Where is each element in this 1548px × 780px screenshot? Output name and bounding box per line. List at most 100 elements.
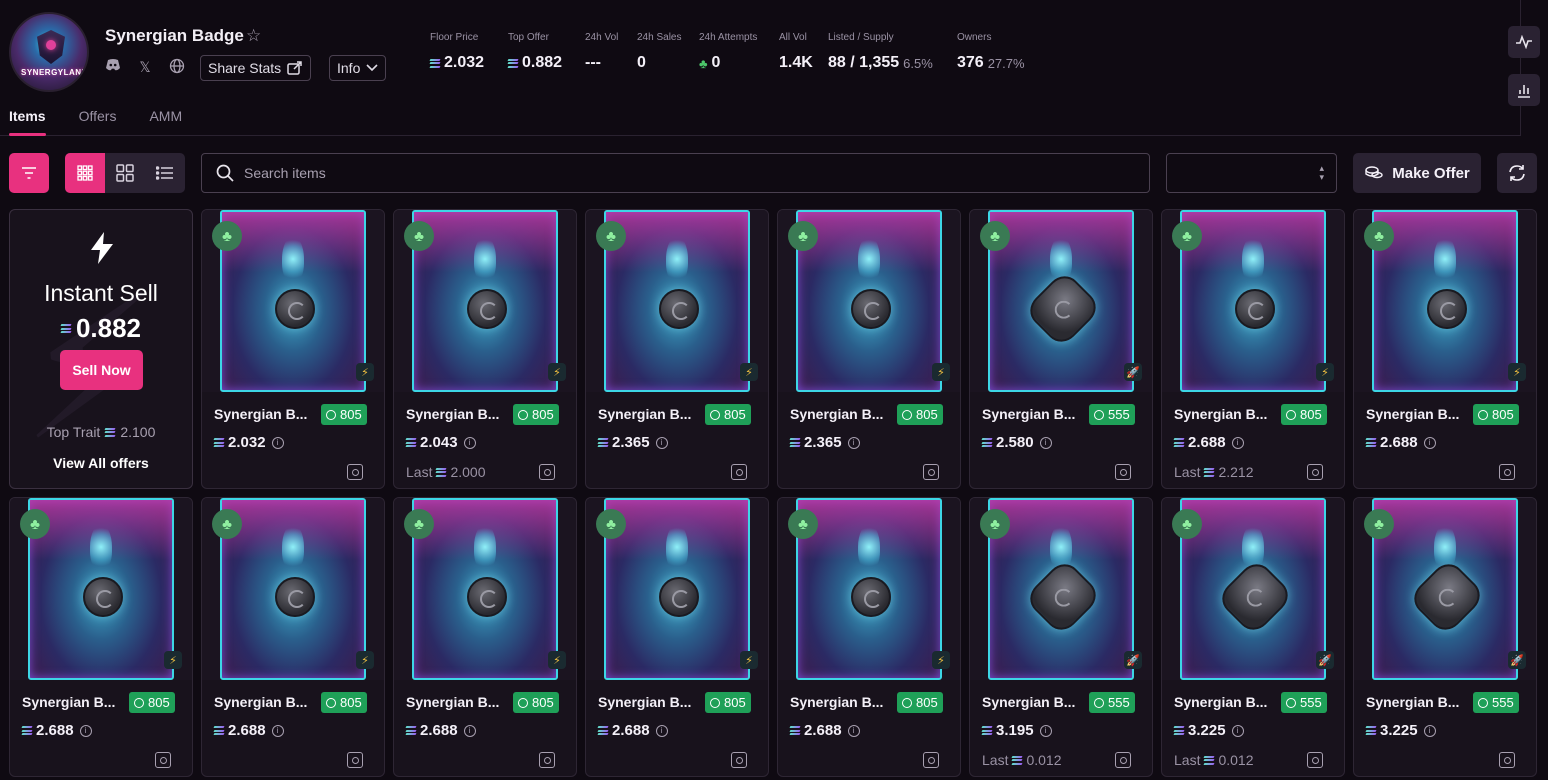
item-card[interactable]: ⚡ ♣ Synergian B... 805 2.688 i [9, 497, 193, 777]
item-price: 2.365 i [789, 434, 860, 451]
info-icon[interactable]: i [271, 724, 284, 737]
share-stats-button[interactable]: Share Stats [200, 55, 312, 81]
stat-value: --- [585, 54, 618, 72]
creator-mark-icon: ⚡ [356, 363, 374, 381]
last-sale: Last 0.012 [1174, 752, 1254, 768]
view-large-grid-button[interactable] [105, 153, 145, 193]
item-card[interactable]: 🚀 ♣ Synergian B... 555 3.195 i Last 0.012 [969, 497, 1153, 777]
quick-view-icon[interactable] [155, 752, 171, 768]
item-card[interactable]: ⚡ ♣ Synergian B... 805 2.365 i [777, 209, 961, 489]
x-twitter-icon[interactable]: 𝕏 [136, 58, 154, 76]
stat-4: 24h Attempts ♣ 0 [699, 32, 757, 72]
quick-view-icon[interactable] [347, 752, 363, 768]
info-label: Info [337, 60, 361, 76]
globe-icon[interactable] [168, 58, 186, 76]
view-compact-grid-button[interactable] [65, 153, 105, 193]
info-icon[interactable]: i [1231, 436, 1244, 449]
badge-medallion [851, 289, 891, 329]
activity-chart-button[interactable] [1508, 26, 1540, 58]
clover-icon: ♣ [788, 509, 818, 539]
info-icon[interactable]: i [271, 436, 284, 449]
info-icon[interactable]: i [1039, 436, 1052, 449]
item-card[interactable]: 🚀 ♣ Synergian B... 555 3.225 i Last 0.012 [1161, 497, 1345, 777]
item-card[interactable]: ⚡ ♣ Synergian B... 805 2.688 i [777, 497, 961, 777]
sort-select[interactable]: ▴ ▾ [1166, 153, 1337, 193]
refresh-button[interactable] [1497, 153, 1537, 193]
search-input[interactable] [244, 165, 1124, 181]
item-card[interactable]: ⚡ ♣ Synergian B... 805 2.688 i [393, 497, 577, 777]
quick-view-icon[interactable] [347, 464, 363, 480]
info-icon[interactable]: i [655, 724, 668, 737]
quick-view-icon[interactable] [923, 464, 939, 480]
info-icon[interactable]: i [1423, 436, 1436, 449]
quick-view-icon[interactable] [1499, 752, 1515, 768]
tab-offers[interactable]: Offers [79, 108, 117, 135]
item-card[interactable]: ⚡ ♣ Synergian B... 805 2.043 i Last 2.000 [393, 209, 577, 489]
view-list-button[interactable] [145, 153, 185, 193]
sol-icon [507, 58, 519, 68]
instant-sell-card: ⚡ Instant Sell 0.882 Sell Now Top Trait … [9, 209, 193, 489]
stat-6: Listed / Supply 88 / 1,355 6.5% [828, 32, 933, 72]
sol-icon [789, 438, 801, 447]
info-icon[interactable]: i [1231, 724, 1244, 737]
favorite-star-icon[interactable]: ☆ [246, 26, 261, 46]
tab-items[interactable]: Items [9, 108, 46, 136]
item-name: Synergian B... [1174, 406, 1268, 422]
quick-view-icon[interactable] [1307, 464, 1323, 480]
item-card[interactable]: 🚀 ♣ Synergian B... 555 3.225 i [1353, 497, 1537, 777]
last-label: Last [1174, 752, 1201, 768]
item-card[interactable]: ⚡ ♣ Synergian B... 805 2.688 i [585, 497, 769, 777]
item-card[interactable]: ⚡ ♣ Synergian B... 805 2.688 i [1353, 209, 1537, 489]
sell-now-button[interactable]: Sell Now [60, 350, 143, 390]
quick-view-icon[interactable] [731, 464, 747, 480]
item-card[interactable]: ⚡ ♣ Synergian B... 805 2.688 i Last 2.212 [1161, 209, 1345, 489]
view-all-offers-link[interactable]: View All offers [10, 455, 192, 471]
item-card[interactable]: 🚀 ♣ Synergian B... 555 2.580 i [969, 209, 1153, 489]
sol-icon [405, 726, 417, 735]
item-price: 3.195 i [981, 722, 1052, 739]
sol-icon [1204, 755, 1215, 765]
flame-graphic [282, 236, 304, 282]
rank-value: 555 [1108, 695, 1130, 710]
info-dropdown-button[interactable]: Info [329, 55, 387, 81]
item-card[interactable]: ⚡ ♣ Synergian B... 805 2.365 i [585, 209, 769, 489]
stat-value-text: 376 [957, 54, 984, 71]
quick-view-icon[interactable] [1499, 464, 1515, 480]
flame-graphic [1434, 524, 1456, 570]
view-mode-group [65, 153, 185, 193]
sol-icon [213, 726, 225, 735]
info-icon[interactable]: i [1039, 724, 1052, 737]
rank-value: 805 [532, 695, 554, 710]
discord-icon[interactable] [104, 58, 122, 76]
quick-view-icon[interactable] [1115, 752, 1131, 768]
info-icon[interactable]: i [463, 436, 476, 449]
make-offer-button[interactable]: Make Offer [1353, 153, 1481, 193]
quick-view-icon[interactable] [539, 464, 555, 480]
last-sale: Last 2.212 [1174, 464, 1254, 480]
clover-icon: ♣ [596, 221, 626, 251]
item-card[interactable]: ⚡ ♣ Synergian B... 805 2.032 i [201, 209, 385, 489]
info-icon[interactable]: i [463, 724, 476, 737]
rarity-rank-badge: 805 [705, 404, 751, 425]
quick-view-icon[interactable] [1307, 752, 1323, 768]
info-icon[interactable]: i [847, 436, 860, 449]
info-icon[interactable]: i [847, 724, 860, 737]
analytics-button[interactable] [1508, 74, 1540, 106]
item-price: 2.580 i [981, 434, 1052, 451]
item-image: ⚡ ♣ [202, 498, 384, 680]
info-icon[interactable]: i [79, 724, 92, 737]
item-name: Synergian B... [406, 406, 500, 422]
quick-view-icon[interactable] [539, 752, 555, 768]
quick-view-icon[interactable] [1115, 464, 1131, 480]
quick-view-icon[interactable] [923, 752, 939, 768]
search-box [201, 153, 1150, 193]
item-price: 2.688 i [789, 722, 860, 739]
creator-mark-icon: ⚡ [740, 363, 758, 381]
info-icon[interactable]: i [655, 436, 668, 449]
tab-amm[interactable]: AMM [149, 108, 182, 135]
info-icon[interactable]: i [1423, 724, 1436, 737]
filter-toggle-button[interactable] [9, 153, 49, 193]
badge-medallion [659, 289, 699, 329]
quick-view-icon[interactable] [731, 752, 747, 768]
item-card[interactable]: ⚡ ♣ Synergian B... 805 2.688 i [201, 497, 385, 777]
